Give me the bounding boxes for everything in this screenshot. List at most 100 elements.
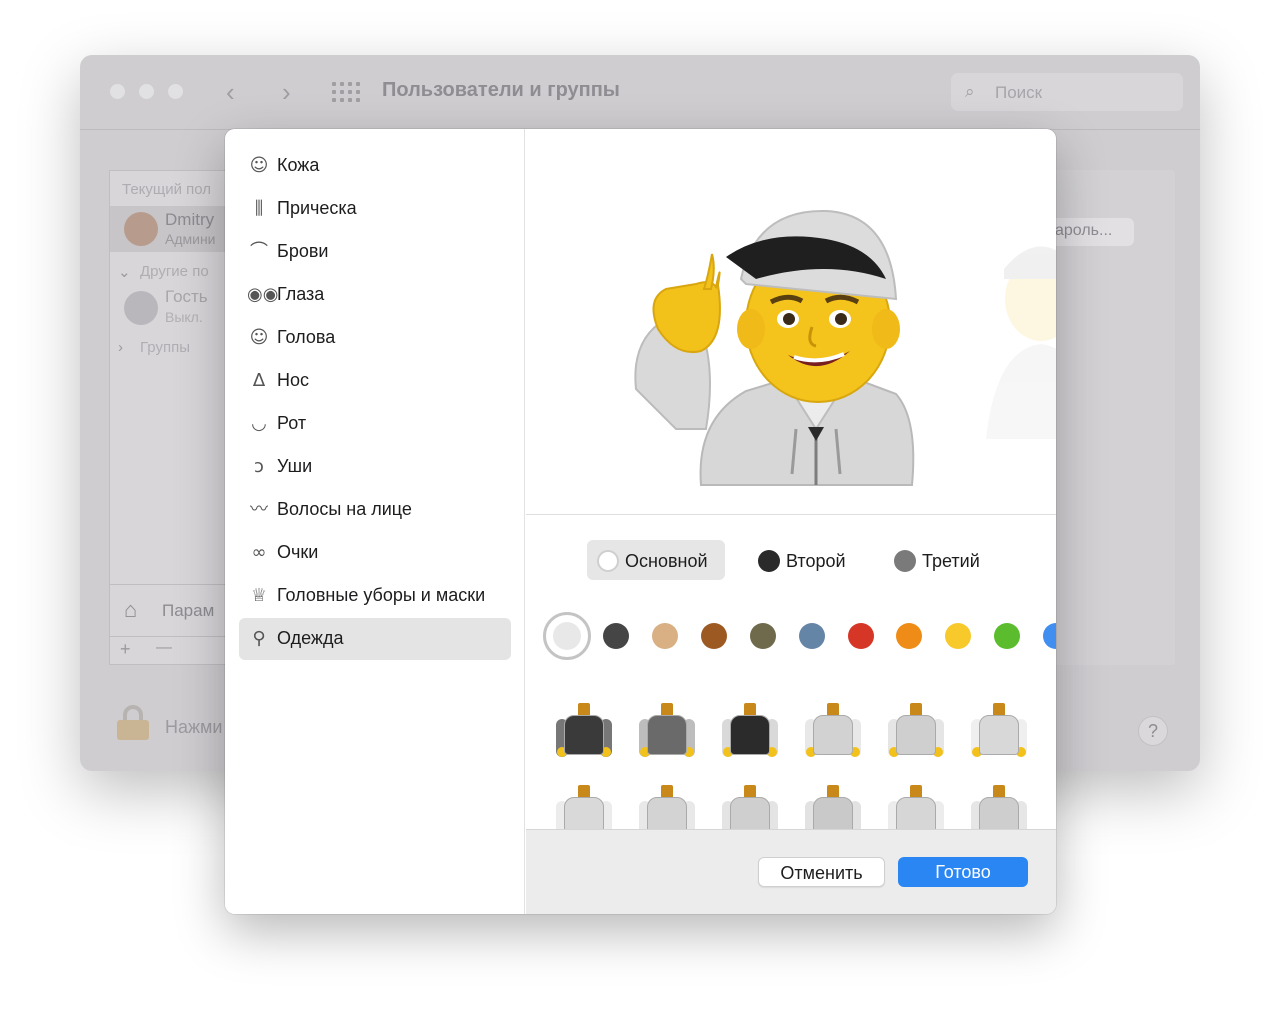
crown-icon: ♕ bbox=[250, 585, 268, 606]
dialog-footer: Отменить Готово bbox=[526, 829, 1056, 914]
color-swatch[interactable] bbox=[543, 612, 591, 660]
eyes-icon: ◉◉ bbox=[247, 284, 279, 305]
category-label: Волосы на лице bbox=[277, 499, 412, 519]
outfit-option[interactable] bbox=[639, 785, 695, 829]
category-item[interactable]: ∞ Очки bbox=[239, 532, 511, 574]
login-options-label[interactable]: Парам bbox=[162, 601, 214, 621]
color-layer-label: Второй bbox=[786, 551, 846, 571]
search-field[interactable]: ⌕ Поиск bbox=[951, 73, 1183, 111]
glasses-icon: ∞ bbox=[251, 542, 267, 563]
color-swatch[interactable] bbox=[847, 623, 874, 649]
color-swatch[interactable] bbox=[994, 623, 1021, 649]
color-dot-icon bbox=[894, 550, 916, 572]
category-label: Одежда bbox=[277, 628, 344, 648]
color-dot-icon bbox=[758, 550, 780, 572]
add-user-button[interactable]: + bbox=[120, 639, 131, 660]
category-label: Уши bbox=[277, 456, 313, 476]
done-button[interactable]: Готово bbox=[898, 857, 1028, 887]
category-label: Глаза bbox=[277, 284, 325, 304]
color-layer-label: Третий bbox=[922, 551, 980, 571]
lips-icon: ◡ bbox=[251, 413, 267, 434]
forward-arrow-icon[interactable]: › bbox=[282, 77, 291, 108]
color-swatch[interactable] bbox=[798, 623, 825, 649]
category-item[interactable]: ↄ Уши bbox=[239, 446, 511, 488]
avatar bbox=[124, 212, 158, 246]
color-swatch[interactable] bbox=[945, 623, 972, 649]
color-swatch[interactable] bbox=[749, 623, 776, 649]
search-icon: ⌕ bbox=[965, 82, 975, 101]
category-item[interactable]: ⚲ Одежда bbox=[239, 618, 511, 660]
outfit-option[interactable] bbox=[805, 703, 861, 767]
category-label: Очки bbox=[277, 542, 319, 562]
color-swatch[interactable] bbox=[1043, 623, 1056, 649]
outfit-option[interactable] bbox=[971, 785, 1027, 829]
back-arrow-icon[interactable]: ‹ bbox=[226, 77, 235, 108]
category-item[interactable]: 〰 Волосы на лице bbox=[239, 489, 511, 531]
category-item[interactable]: ◡ Рот bbox=[239, 403, 511, 445]
chevron-right-icon[interactable]: › bbox=[118, 339, 123, 356]
outfit-option[interactable] bbox=[639, 703, 695, 767]
list-header: Текущий пол bbox=[122, 181, 212, 198]
outfit-option[interactable] bbox=[888, 703, 944, 767]
cancel-button[interactable]: Отменить bbox=[758, 857, 885, 887]
color-swatch[interactable] bbox=[896, 623, 923, 649]
lock-icon[interactable] bbox=[117, 705, 149, 740]
color-swatch[interactable] bbox=[651, 623, 678, 649]
remove-user-button[interactable]: — bbox=[156, 639, 172, 657]
home-icon: ⌂ bbox=[124, 597, 138, 622]
lock-text[interactable]: Нажми bbox=[165, 717, 222, 738]
category-item[interactable]: ☺ Кожа bbox=[239, 145, 511, 187]
category-item[interactable]: ♕ Головные уборы и маски bbox=[239, 575, 511, 617]
outfit-option[interactable] bbox=[805, 785, 861, 829]
groups-label[interactable]: Группы bbox=[140, 339, 190, 356]
chevron-down-icon[interactable]: ⌄ bbox=[118, 263, 131, 281]
outfit-option[interactable] bbox=[556, 785, 612, 829]
memoji-editor-dialog: ☺ Кожа ⫼ Прическа ⌒ Брови ◉◉ Глаза ☺ Голова ∆ Нос ◡ Р… bbox=[225, 129, 1056, 914]
color-swatches bbox=[526, 599, 1056, 669]
outfit-option[interactable] bbox=[722, 785, 778, 829]
category-label: Брови bbox=[277, 241, 329, 261]
ear-icon: ↄ bbox=[254, 456, 264, 477]
outfit-option[interactable] bbox=[888, 785, 944, 829]
color-layer-tab[interactable]: Третий bbox=[884, 540, 996, 580]
nose-icon: ∆ bbox=[252, 370, 266, 391]
memoji-avatar-image bbox=[634, 209, 1056, 486]
category-label: Рот bbox=[277, 413, 307, 433]
category-label: Кожа bbox=[277, 155, 320, 175]
outfit-option[interactable] bbox=[556, 703, 612, 767]
category-label: Головные уборы и маски bbox=[277, 585, 486, 605]
color-swatch[interactable] bbox=[700, 623, 727, 649]
other-users-header: Другие по bbox=[140, 263, 209, 280]
color-dot-icon bbox=[597, 550, 619, 572]
category-label: Голова bbox=[277, 327, 336, 347]
mustache-icon: 〰 bbox=[250, 499, 268, 520]
color-layer-tab[interactable]: Основной bbox=[587, 540, 725, 580]
color-swatch[interactable] bbox=[603, 623, 629, 649]
category-sidebar: ☺ Кожа ⫼ Прическа ⌒ Брови ◉◉ Глаза ☺ Голова ∆ Нос ◡ Р… bbox=[225, 129, 525, 914]
help-button[interactable]: ? bbox=[1138, 716, 1168, 746]
close-window-button[interactable] bbox=[110, 84, 125, 99]
user-role: Админи bbox=[165, 231, 216, 247]
search-placeholder: Поиск bbox=[995, 83, 1043, 102]
memoji-preview bbox=[526, 129, 1056, 515]
guest-status: Выкл. bbox=[165, 309, 203, 325]
minimize-window-button[interactable] bbox=[139, 84, 154, 99]
category-item[interactable]: ⌒ Брови bbox=[239, 231, 511, 273]
titlebar: ‹ › Пользователи и группы ⌕ Поиск bbox=[80, 55, 1200, 130]
zoom-window-button[interactable] bbox=[168, 84, 183, 99]
guest-name: Гость bbox=[165, 287, 208, 306]
color-layer-tab[interactable]: Второй bbox=[748, 540, 860, 580]
face-smile-icon: ☺ bbox=[249, 155, 269, 176]
category-item[interactable]: ∆ Нос bbox=[239, 360, 511, 402]
window-title: Пользователи и группы bbox=[382, 79, 620, 101]
guest-avatar bbox=[124, 291, 158, 325]
category-item[interactable]: ◉◉ Глаза bbox=[239, 274, 511, 316]
show-all-grid-icon[interactable] bbox=[332, 82, 360, 102]
category-item[interactable]: ☺ Голова bbox=[239, 317, 511, 359]
outfit-option[interactable] bbox=[722, 703, 778, 767]
head-icon: ☺ bbox=[249, 327, 269, 348]
change-password-button[interactable]: ароль... bbox=[1050, 218, 1134, 246]
comb-icon: ⫼ bbox=[254, 198, 264, 219]
outfit-option[interactable] bbox=[971, 703, 1027, 767]
category-item[interactable]: ⫼ Прическа bbox=[239, 188, 511, 230]
